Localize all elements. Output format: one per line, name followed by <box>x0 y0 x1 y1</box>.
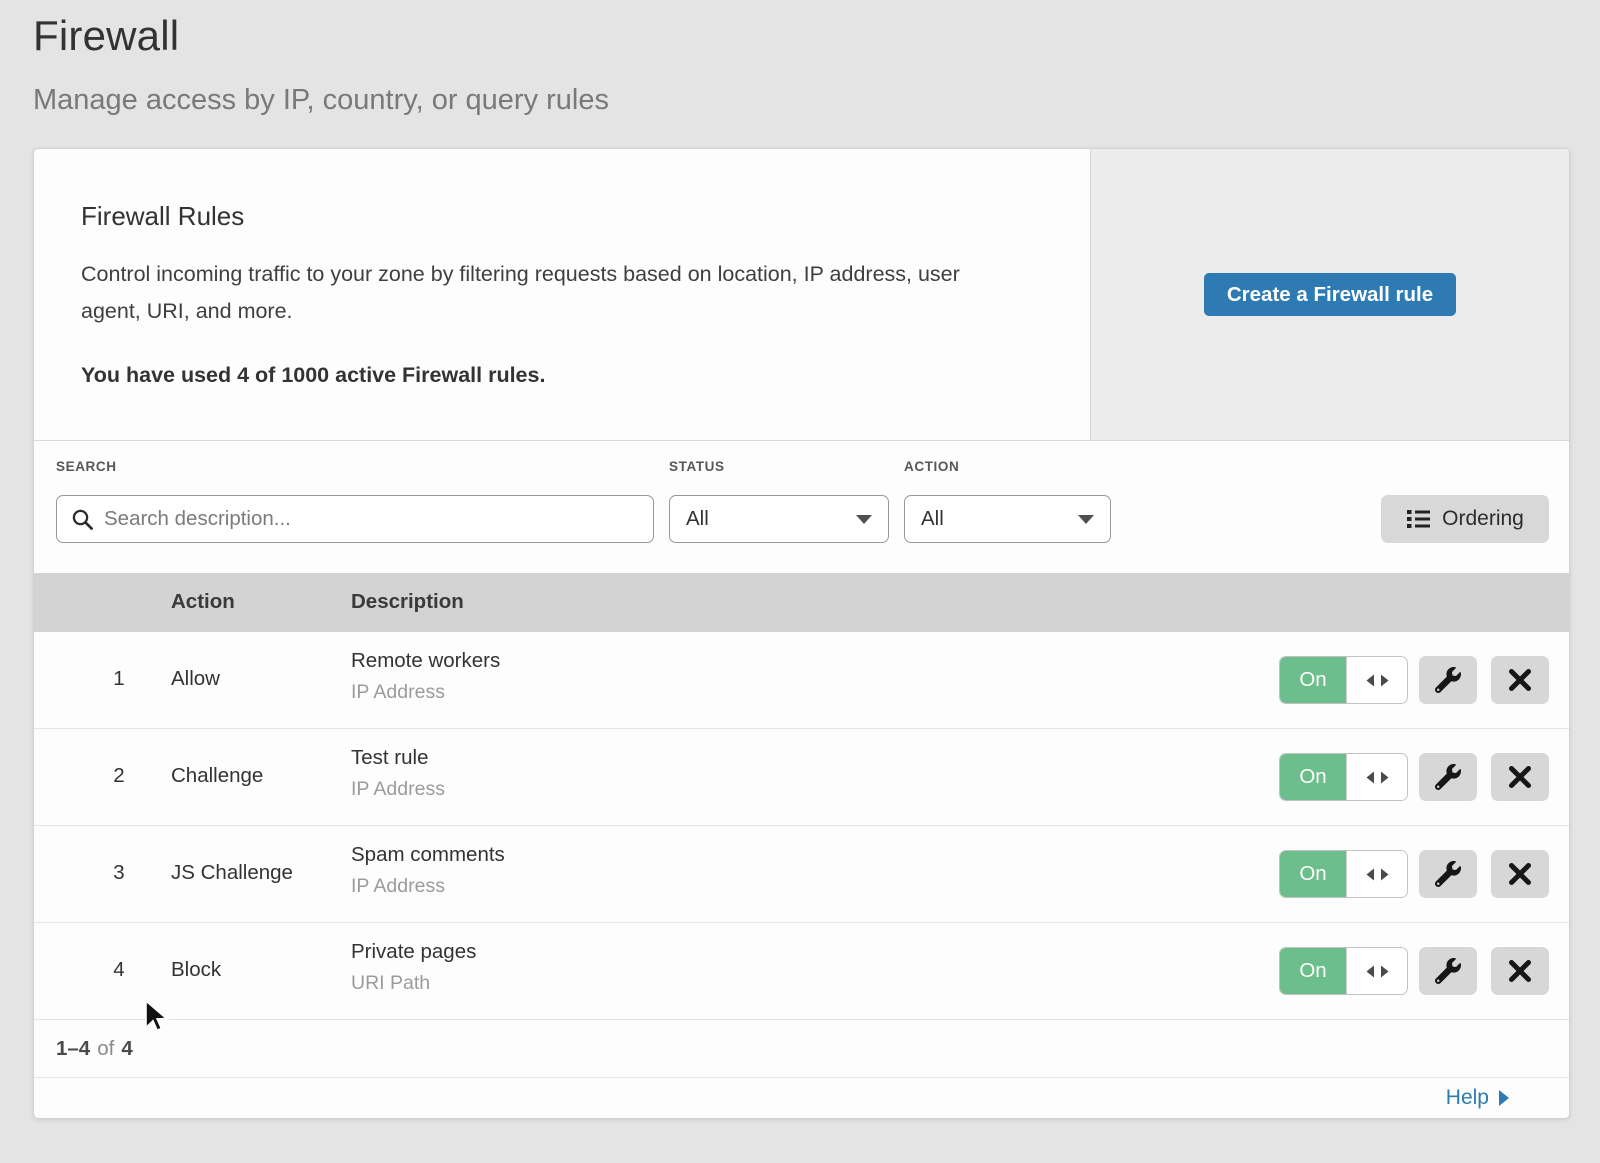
drag-arrows-icon <box>1365 964 1390 979</box>
ordering-button[interactable]: Ordering <box>1381 495 1549 543</box>
rule-priority: 1 <box>91 667 147 691</box>
status-label: STATUS <box>669 459 725 474</box>
search-input[interactable] <box>104 507 639 531</box>
pagination-total: 4 <box>121 1037 132 1061</box>
rule-description-cell: Spam comments IP Address <box>351 843 505 898</box>
rule-action: Allow <box>171 667 220 691</box>
pagination: 1–4 of 4 <box>34 1020 1569 1078</box>
pagination-range: 1–4 <box>56 1037 90 1061</box>
rules-intro-section: Firewall Rules Control incoming traffic … <box>34 149 1569 441</box>
ordering-button-label: Ordering <box>1442 507 1524 531</box>
toggle-on-label: On <box>1280 851 1346 897</box>
rule-enabled-toggle[interactable]: On <box>1279 947 1408 995</box>
wrench-icon <box>1435 667 1461 693</box>
rule-priority: 3 <box>91 861 147 885</box>
page-subtitle: Manage access by IP, country, or query r… <box>33 84 1600 117</box>
create-firewall-rule-button[interactable]: Create a Firewall rule <box>1204 273 1456 316</box>
column-header-action: Action <box>171 590 235 614</box>
drag-arrows-icon <box>1365 770 1390 785</box>
toggle-handle[interactable] <box>1346 948 1407 994</box>
chevron-down-icon <box>1078 515 1094 524</box>
column-header-description: Description <box>351 590 464 614</box>
rule-description-cell: Remote workers IP Address <box>351 649 500 704</box>
create-rule-panel: Create a Firewall rule <box>1090 149 1569 440</box>
table-row: 1 Allow Remote workers IP Address On <box>34 632 1569 729</box>
wrench-icon <box>1435 861 1461 887</box>
rule-description: Remote workers <box>351 649 500 673</box>
rule-description-cell: Private pages URI Path <box>351 940 476 995</box>
firewall-rules-card: Firewall Rules Control incoming traffic … <box>33 148 1570 1119</box>
edit-rule-button[interactable] <box>1419 753 1477 801</box>
search-label: SEARCH <box>56 459 117 474</box>
page-header: Firewall Manage access by IP, country, o… <box>0 0 1600 117</box>
rule-description-cell: Test rule IP Address <box>351 746 445 801</box>
rules-usage-note: You have used 4 of 1000 active Firewall … <box>81 363 1010 388</box>
rule-match-type: IP Address <box>351 681 500 704</box>
action-selected-value: All <box>921 507 944 531</box>
close-icon <box>1508 765 1532 789</box>
status-selected-value: All <box>686 507 709 531</box>
help-link[interactable]: Help <box>1446 1086 1509 1110</box>
card-footer: Help <box>34 1078 1569 1118</box>
edit-rule-button[interactable] <box>1419 850 1477 898</box>
edit-rule-button[interactable] <box>1419 656 1477 704</box>
toggle-handle[interactable] <box>1346 657 1407 703</box>
rule-priority: 4 <box>91 958 147 982</box>
rule-description: Test rule <box>351 746 445 770</box>
ordered-list-icon <box>1406 507 1431 531</box>
action-select[interactable]: All <box>904 495 1111 543</box>
close-icon <box>1508 959 1532 983</box>
rule-action: Block <box>171 958 221 982</box>
rule-action: Challenge <box>171 764 263 788</box>
close-icon <box>1508 862 1532 886</box>
toggle-on-label: On <box>1280 754 1346 800</box>
table-row: 4 Block Private pages URI Path On <box>34 923 1569 1020</box>
rule-priority: 2 <box>91 764 147 788</box>
rule-description: Private pages <box>351 940 476 964</box>
table-row: 3 JS Challenge Spam comments IP Address … <box>34 826 1569 923</box>
table-header: Action Description <box>34 573 1569 632</box>
rule-enabled-toggle[interactable]: On <box>1279 753 1408 801</box>
rule-action: JS Challenge <box>171 861 293 885</box>
drag-arrows-icon <box>1365 867 1390 882</box>
rules-heading: Firewall Rules <box>81 201 1010 232</box>
wrench-icon <box>1435 958 1461 984</box>
close-icon <box>1508 668 1532 692</box>
toggle-handle[interactable] <box>1346 851 1407 897</box>
rule-enabled-toggle[interactable]: On <box>1279 656 1408 704</box>
arrow-right-icon <box>1499 1090 1509 1106</box>
action-label: ACTION <box>904 459 959 474</box>
pagination-of: of <box>97 1037 114 1061</box>
rule-match-type: IP Address <box>351 875 505 898</box>
chevron-down-icon <box>856 515 872 524</box>
filter-bar: SEARCH STATUS All ACTION All <box>34 441 1569 573</box>
delete-rule-button[interactable] <box>1491 850 1549 898</box>
rules-description: Control incoming traffic to your zone by… <box>81 256 1010 330</box>
edit-rule-button[interactable] <box>1419 947 1477 995</box>
drag-arrows-icon <box>1365 673 1390 688</box>
rules-table-body: 1 Allow Remote workers IP Address On <box>34 632 1569 1020</box>
delete-rule-button[interactable] <box>1491 656 1549 704</box>
wrench-icon <box>1435 764 1461 790</box>
toggle-on-label: On <box>1280 948 1346 994</box>
search-box[interactable] <box>56 495 654 543</box>
rule-description: Spam comments <box>351 843 505 867</box>
toggle-handle[interactable] <box>1346 754 1407 800</box>
rules-intro-text: Firewall Rules Control incoming traffic … <box>34 149 1090 440</box>
page-title: Firewall <box>33 12 1600 60</box>
delete-rule-button[interactable] <box>1491 753 1549 801</box>
rule-match-type: IP Address <box>351 778 445 801</box>
search-icon <box>71 508 94 531</box>
help-link-label: Help <box>1446 1086 1489 1110</box>
rule-match-type: URI Path <box>351 972 476 995</box>
delete-rule-button[interactable] <box>1491 947 1549 995</box>
status-select[interactable]: All <box>669 495 889 543</box>
toggle-on-label: On <box>1280 657 1346 703</box>
table-row: 2 Challenge Test rule IP Address On <box>34 729 1569 826</box>
rule-enabled-toggle[interactable]: On <box>1279 850 1408 898</box>
